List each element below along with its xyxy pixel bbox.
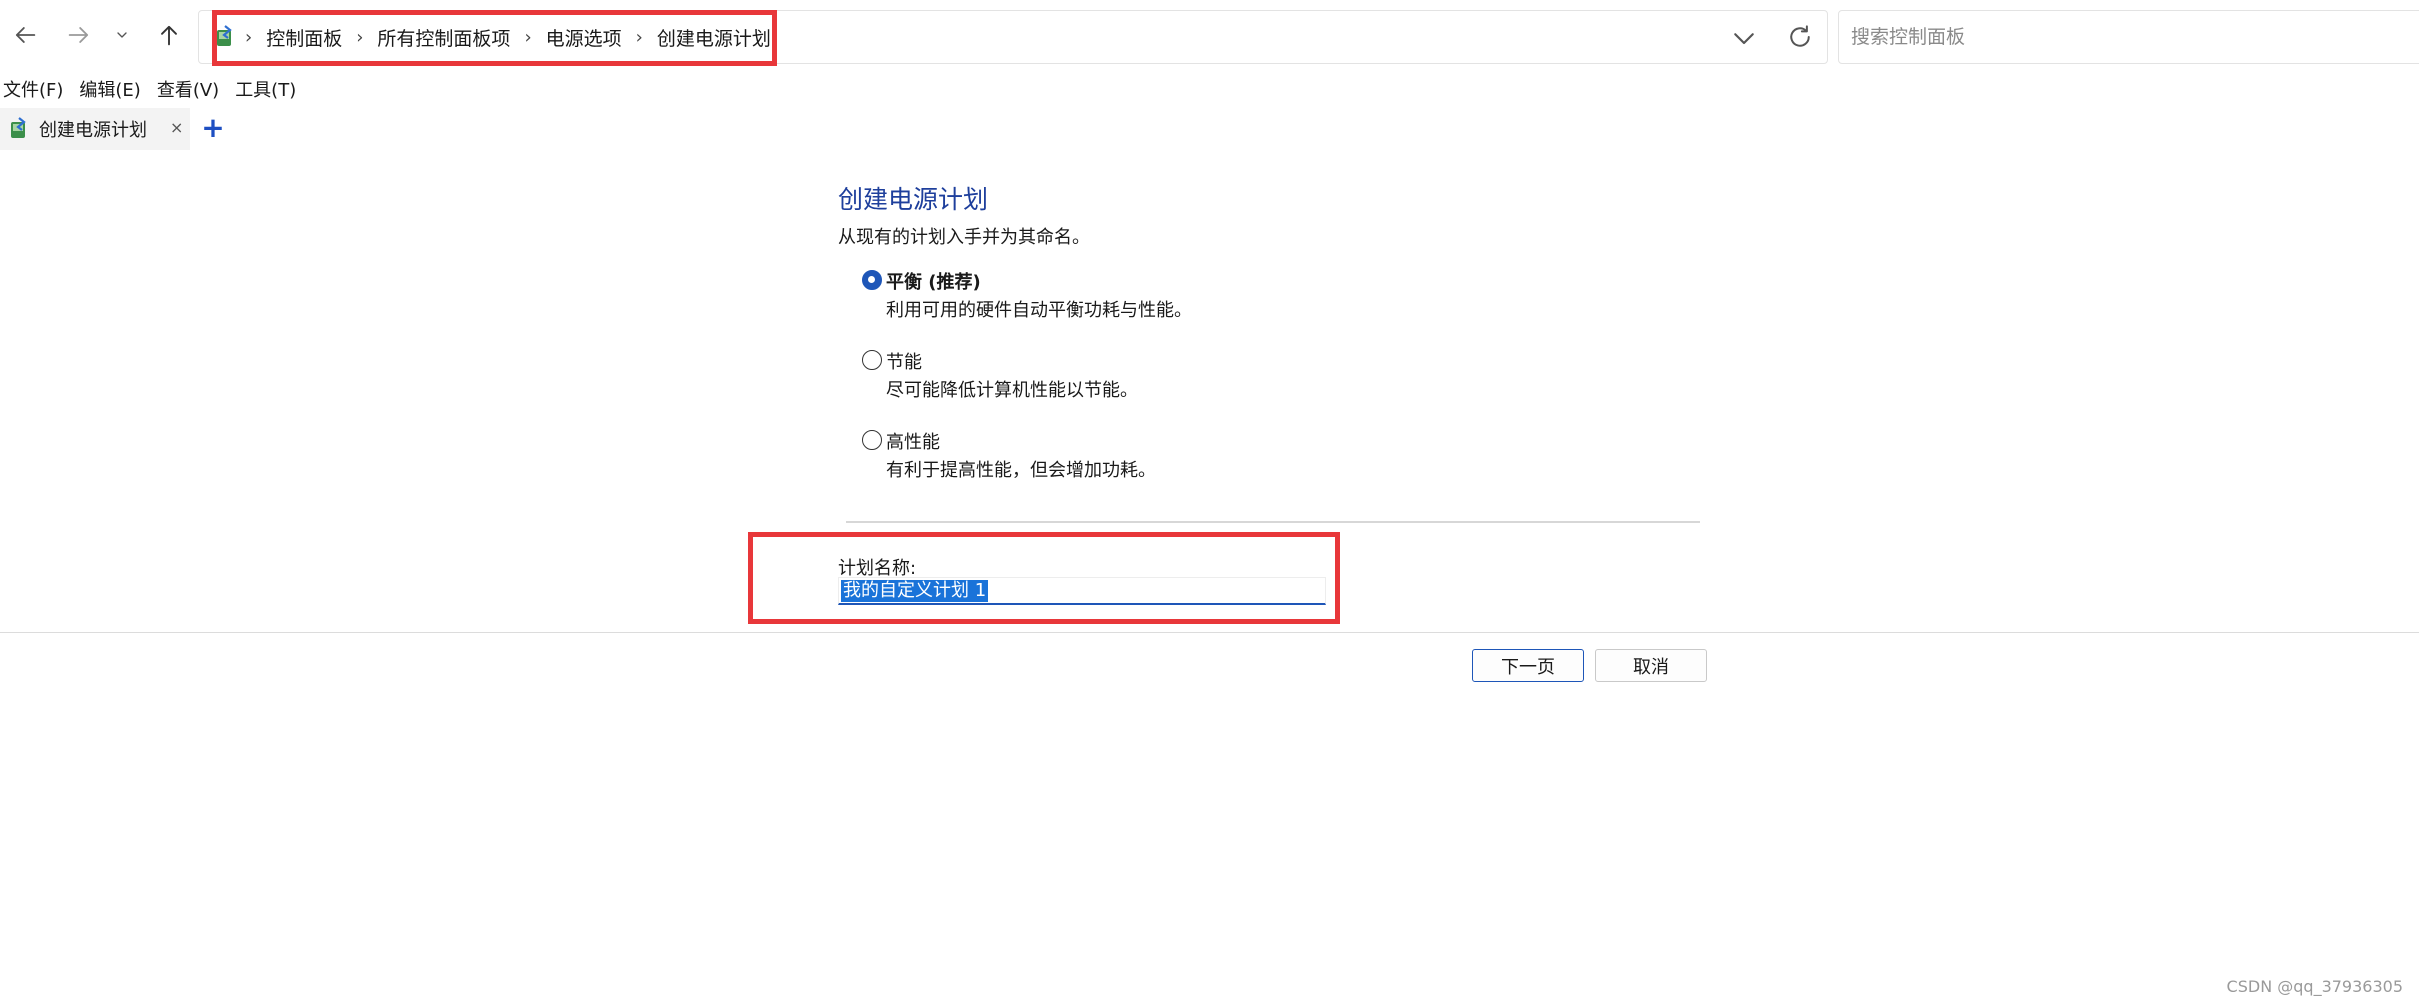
- option-desc-high-performance: 有利于提高性能，但会增加功耗。: [886, 460, 1156, 481]
- back-button[interactable]: [2, 12, 48, 58]
- menu-edit[interactable]: 编辑(E): [79, 76, 140, 102]
- refresh-icon[interactable]: [1785, 22, 1815, 52]
- option-label-balanced[interactable]: 平衡 (推荐): [886, 268, 981, 294]
- menu-view[interactable]: 查看(V): [157, 76, 219, 102]
- new-tab-button[interactable]: +: [200, 110, 226, 146]
- tab-create-power-plan[interactable]: 创建电源计划 ×: [0, 108, 190, 150]
- cancel-button[interactable]: 取消: [1595, 649, 1707, 682]
- breadcrumb-item-all-items[interactable]: 所有控制面板项: [377, 24, 510, 51]
- breadcrumb-item-control-panel[interactable]: 控制面板: [266, 24, 342, 51]
- tab-title: 创建电源计划: [39, 120, 147, 141]
- section-divider: [846, 521, 1700, 523]
- radio-power-saver[interactable]: [862, 350, 882, 370]
- page-title: 创建电源计划: [838, 185, 989, 214]
- breadcrumb-item-create-plan[interactable]: 创建电源计划: [657, 24, 771, 51]
- menu-file[interactable]: 文件(F): [3, 76, 63, 102]
- search-box[interactable]: [1838, 10, 2419, 64]
- plan-name-input[interactable]: 我的自定义计划 1: [838, 577, 1326, 605]
- radio-high-performance[interactable]: [862, 430, 882, 450]
- forward-button[interactable]: [56, 12, 102, 58]
- option-desc-balanced: 利用可用的硬件自动平衡功耗与性能。: [886, 300, 1192, 321]
- breadcrumb-separator[interactable]: ›: [524, 27, 531, 48]
- option-label-power-saver[interactable]: 节能: [886, 348, 922, 374]
- page-description: 从现有的计划入手并为其命名。: [838, 227, 1090, 248]
- chevron-down-icon: [117, 32, 127, 38]
- breadcrumb: › 控制面板 › 所有控制面板项 › 电源选项 › 创建电源计划: [213, 11, 771, 63]
- breadcrumb-separator[interactable]: ›: [636, 27, 643, 48]
- up-arrow-icon: [161, 25, 177, 46]
- plan-name-value[interactable]: 我的自定义计划 1: [841, 580, 989, 602]
- control-panel-icon: [217, 25, 232, 46]
- radio-balanced[interactable]: [862, 270, 882, 290]
- footer-divider: [0, 632, 2419, 633]
- breadcrumb-separator: ›: [245, 26, 253, 48]
- next-button[interactable]: 下一页: [1472, 649, 1584, 682]
- search-input[interactable]: [1851, 11, 2411, 63]
- option-label-high-performance[interactable]: 高性能: [886, 428, 940, 454]
- up-button[interactable]: [146, 12, 192, 58]
- tab-close-icon[interactable]: ×: [170, 118, 183, 137]
- option-desc-power-saver: 尽可能降低计算机性能以节能。: [886, 380, 1138, 401]
- breadcrumb-item-power-options[interactable]: 电源选项: [546, 24, 622, 51]
- recent-locations-button[interactable]: [104, 12, 140, 58]
- menu-tools[interactable]: 工具(T): [235, 76, 296, 102]
- breadcrumb-separator[interactable]: ›: [356, 27, 363, 48]
- address-history-chevron-icon[interactable]: [1729, 23, 1759, 53]
- control-panel-icon: [11, 117, 26, 138]
- watermark: CSDN @qq_37936305: [2226, 977, 2403, 996]
- back-arrow-icon: [15, 27, 36, 43]
- forward-arrow-icon: [68, 27, 89, 43]
- menu-bar: 文件(F) 编辑(E) 查看(V) 工具(T): [3, 76, 312, 102]
- address-bar[interactable]: › 控制面板 › 所有控制面板项 › 电源选项 › 创建电源计划: [198, 10, 1828, 64]
